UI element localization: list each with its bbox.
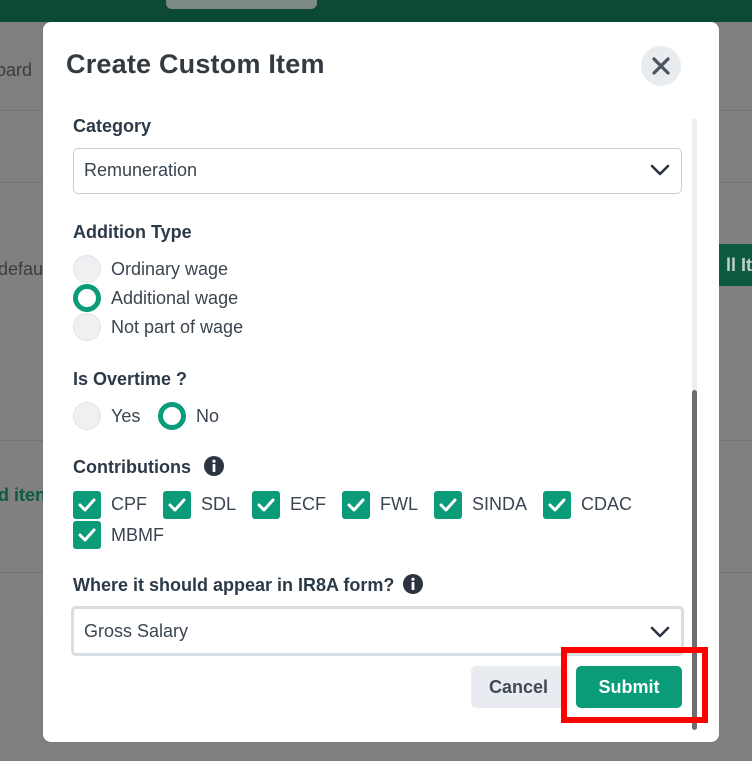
radio-label: No <box>196 405 220 426</box>
radio-label: Yes <box>111 405 141 426</box>
radio-label: Ordinary wage <box>111 258 229 279</box>
radio-button[interactable] <box>73 255 101 283</box>
checkbox-ecf[interactable]: ECF <box>252 490 326 519</box>
category-select[interactable]: Remuneration <box>73 148 682 194</box>
ir8a-label: Where it should appear in IR8A form? <box>73 575 395 595</box>
checkbox-cdac[interactable]: CDAC <box>543 490 632 519</box>
background-nav-text: oard <box>0 60 33 80</box>
close-icon <box>652 57 670 75</box>
checkbox-label: MBMF <box>111 524 164 545</box>
radio-button[interactable] <box>73 402 101 430</box>
checkbox-label: FWL <box>380 494 419 514</box>
background-row-text: defau <box>0 259 44 279</box>
info-icon[interactable] <box>403 574 424 595</box>
chevron-down-icon <box>650 626 670 638</box>
background-link-text: d iten <box>0 485 46 505</box>
chevron-down-icon <box>650 164 670 176</box>
radio-overtime-no[interactable]: No <box>158 402 219 430</box>
cancel-button[interactable]: Cancel <box>471 666 566 708</box>
checkbox-label: ECF <box>290 494 327 514</box>
contributions-checklist: CPF SDL ECF FWL SINDA CDAC MBMF <box>73 490 683 551</box>
radio-overtime-yes[interactable]: Yes <box>73 402 140 430</box>
checkbox-label: CPF <box>111 494 147 514</box>
radio-button[interactable] <box>73 313 101 341</box>
background-topbar <box>0 0 752 22</box>
info-icon[interactable] <box>204 456 224 477</box>
checkbox-mbmf[interactable]: MBMF <box>73 521 164 550</box>
is-overtime-label: Is Overtime ? <box>73 369 188 389</box>
checkbox-fwl[interactable]: FWL <box>342 490 418 519</box>
checkbox-sinda[interactable]: SINDA <box>434 490 527 519</box>
highlight-box <box>561 647 708 723</box>
radio-label: Additional wage <box>111 287 239 308</box>
modal-title: Create Custom Item <box>66 49 325 79</box>
radio-not-part-of-wage[interactable]: Not part of wage <box>73 313 243 341</box>
radio-button-selected[interactable] <box>158 402 186 430</box>
radio-ordinary-wage[interactable]: Ordinary wage <box>73 255 228 283</box>
checkbox-label: CDAC <box>581 494 633 514</box>
checkbox-label: SDL <box>201 494 237 514</box>
checkbox-sdl[interactable]: SDL <box>163 490 236 519</box>
addition-type-label: Addition Type <box>73 222 192 242</box>
background-topbar-tab <box>166 0 317 9</box>
check-icon[interactable] <box>73 490 101 519</box>
check-icon[interactable] <box>163 490 191 519</box>
checkbox-cpf[interactable]: CPF <box>73 490 147 519</box>
check-icon[interactable] <box>342 490 371 519</box>
contributions-label-row: Contributions <box>73 456 224 478</box>
radio-additional-wage[interactable]: Additional wage <box>73 284 238 312</box>
checkbox-label: SINDA <box>472 494 528 514</box>
check-icon[interactable] <box>434 490 463 519</box>
check-icon[interactable] <box>252 490 281 519</box>
check-icon[interactable] <box>73 521 101 549</box>
create-custom-item-modal: Create Custom Item Category Remuneration… <box>43 22 719 742</box>
category-label: Category <box>73 116 152 136</box>
radio-button-selected[interactable] <box>73 284 101 312</box>
category-select-value: Remuneration <box>84 160 198 180</box>
check-icon[interactable] <box>543 490 572 519</box>
background-add-item-button: ll Ite <box>716 244 752 286</box>
close-button[interactable] <box>641 46 681 86</box>
ir8a-select-value: Gross Salary <box>84 621 189 641</box>
ir8a-label-row: Where it should appear in IR8A form? <box>73 574 424 596</box>
contributions-label: Contributions <box>73 457 191 477</box>
radio-label: Not part of wage <box>111 316 244 337</box>
